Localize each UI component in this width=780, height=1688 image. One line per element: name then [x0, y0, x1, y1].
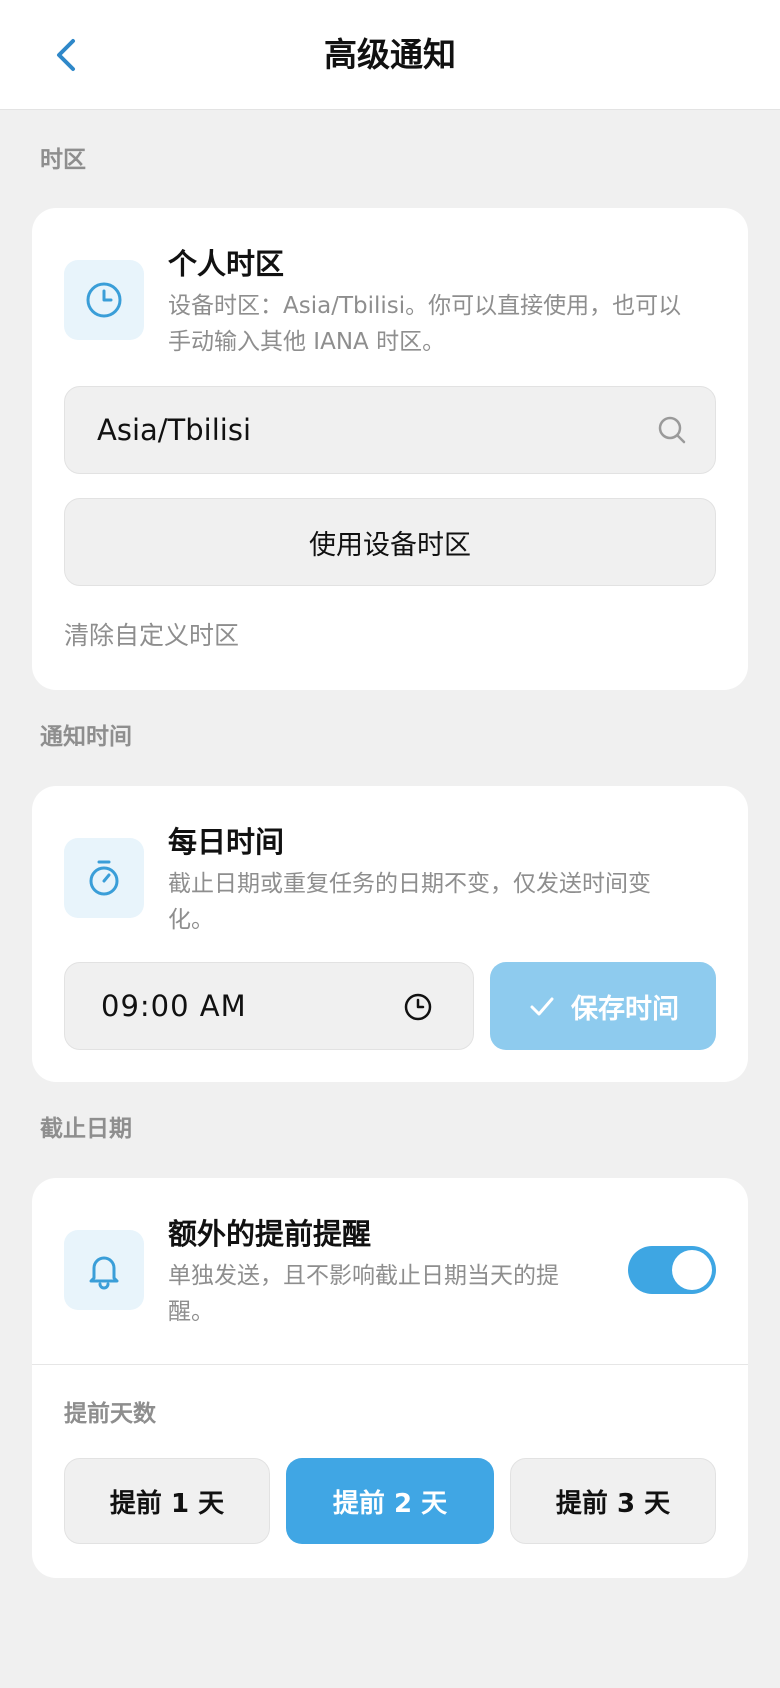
timezone-icon-tile: [64, 260, 144, 340]
notify-time-icon-tile: [64, 838, 144, 918]
clock-icon[interactable]: [403, 992, 433, 1022]
save-time-label: 保存时间: [571, 993, 679, 1025]
stopwatch-icon: [89, 860, 119, 896]
top-bar: 高级通知: [0, 0, 780, 110]
early-reminder-toggle[interactable]: [628, 1246, 716, 1294]
page-title: 高级通知: [324, 35, 456, 74]
check-icon: [530, 997, 554, 1016]
divider: [32, 1364, 748, 1365]
notify-time-card-description-2: 化。: [168, 907, 214, 933]
use-device-timezone-button[interactable]: 使用设备时区: [64, 498, 716, 586]
timezone-card: 个人时区 设备时区：Asia/Tbilisi。你可以直接使用，也可以 手动输入其…: [32, 208, 748, 690]
section-label-notify-time: 通知时间: [40, 724, 132, 750]
bell-icon: [89, 1256, 119, 1290]
reminder-icon-tile: [64, 1230, 144, 1310]
reminder-card-description-2: 醒。: [168, 1299, 214, 1325]
timezone-card-description-2: 手动输入其他 IANA 时区。: [168, 329, 446, 355]
clock-icon: [86, 282, 122, 318]
advance-1-day-option[interactable]: 提前 1 天: [64, 1458, 270, 1544]
timezone-card-title: 个人时区: [168, 247, 285, 281]
save-time-button[interactable]: 保存时间: [490, 962, 716, 1050]
section-label-timezone: 时区: [40, 147, 86, 173]
notify-time-card-description: 截止日期或重复任务的日期不变，仅发送时间变: [168, 871, 651, 897]
timezone-search-field[interactable]: Asia/Tbilisi: [64, 386, 716, 474]
advance-days-segmented: 提前 1 天 提前 2 天 提前 3 天: [64, 1458, 716, 1544]
toggle-knob: [672, 1250, 712, 1290]
time-picker-field[interactable]: 09:00 AM: [64, 962, 474, 1050]
timezone-card-description: 设备时区：Asia/Tbilisi。你可以直接使用，也可以: [168, 293, 682, 319]
reminder-card-title: 额外的提前提醒: [168, 1217, 372, 1251]
search-icon[interactable]: [657, 415, 687, 445]
reminder-card-description: 单独发送，且不影响截止日期当天的提: [168, 1263, 559, 1289]
advance-3-days-option[interactable]: 提前 3 天: [510, 1458, 716, 1544]
time-value[interactable]: 09:00 AM: [101, 963, 247, 1049]
notify-time-card-title: 每日时间: [168, 825, 285, 859]
clear-custom-timezone-link[interactable]: 清除自定义时区: [64, 618, 239, 654]
notify-time-card: 每日时间 截止日期或重复任务的日期不变，仅发送时间变 化。 09:00 AM 保…: [32, 786, 748, 1082]
due-date-card: 额外的提前提醒 单独发送，且不影响截止日期当天的提 醒。 提前天数 提前 1 天…: [32, 1178, 748, 1578]
advance-2-days-option[interactable]: 提前 2 天: [286, 1458, 494, 1544]
timezone-input-value[interactable]: Asia/Tbilisi: [97, 387, 251, 473]
section-label-due-date: 截止日期: [40, 1116, 132, 1142]
advance-days-label: 提前天数: [64, 1401, 156, 1427]
